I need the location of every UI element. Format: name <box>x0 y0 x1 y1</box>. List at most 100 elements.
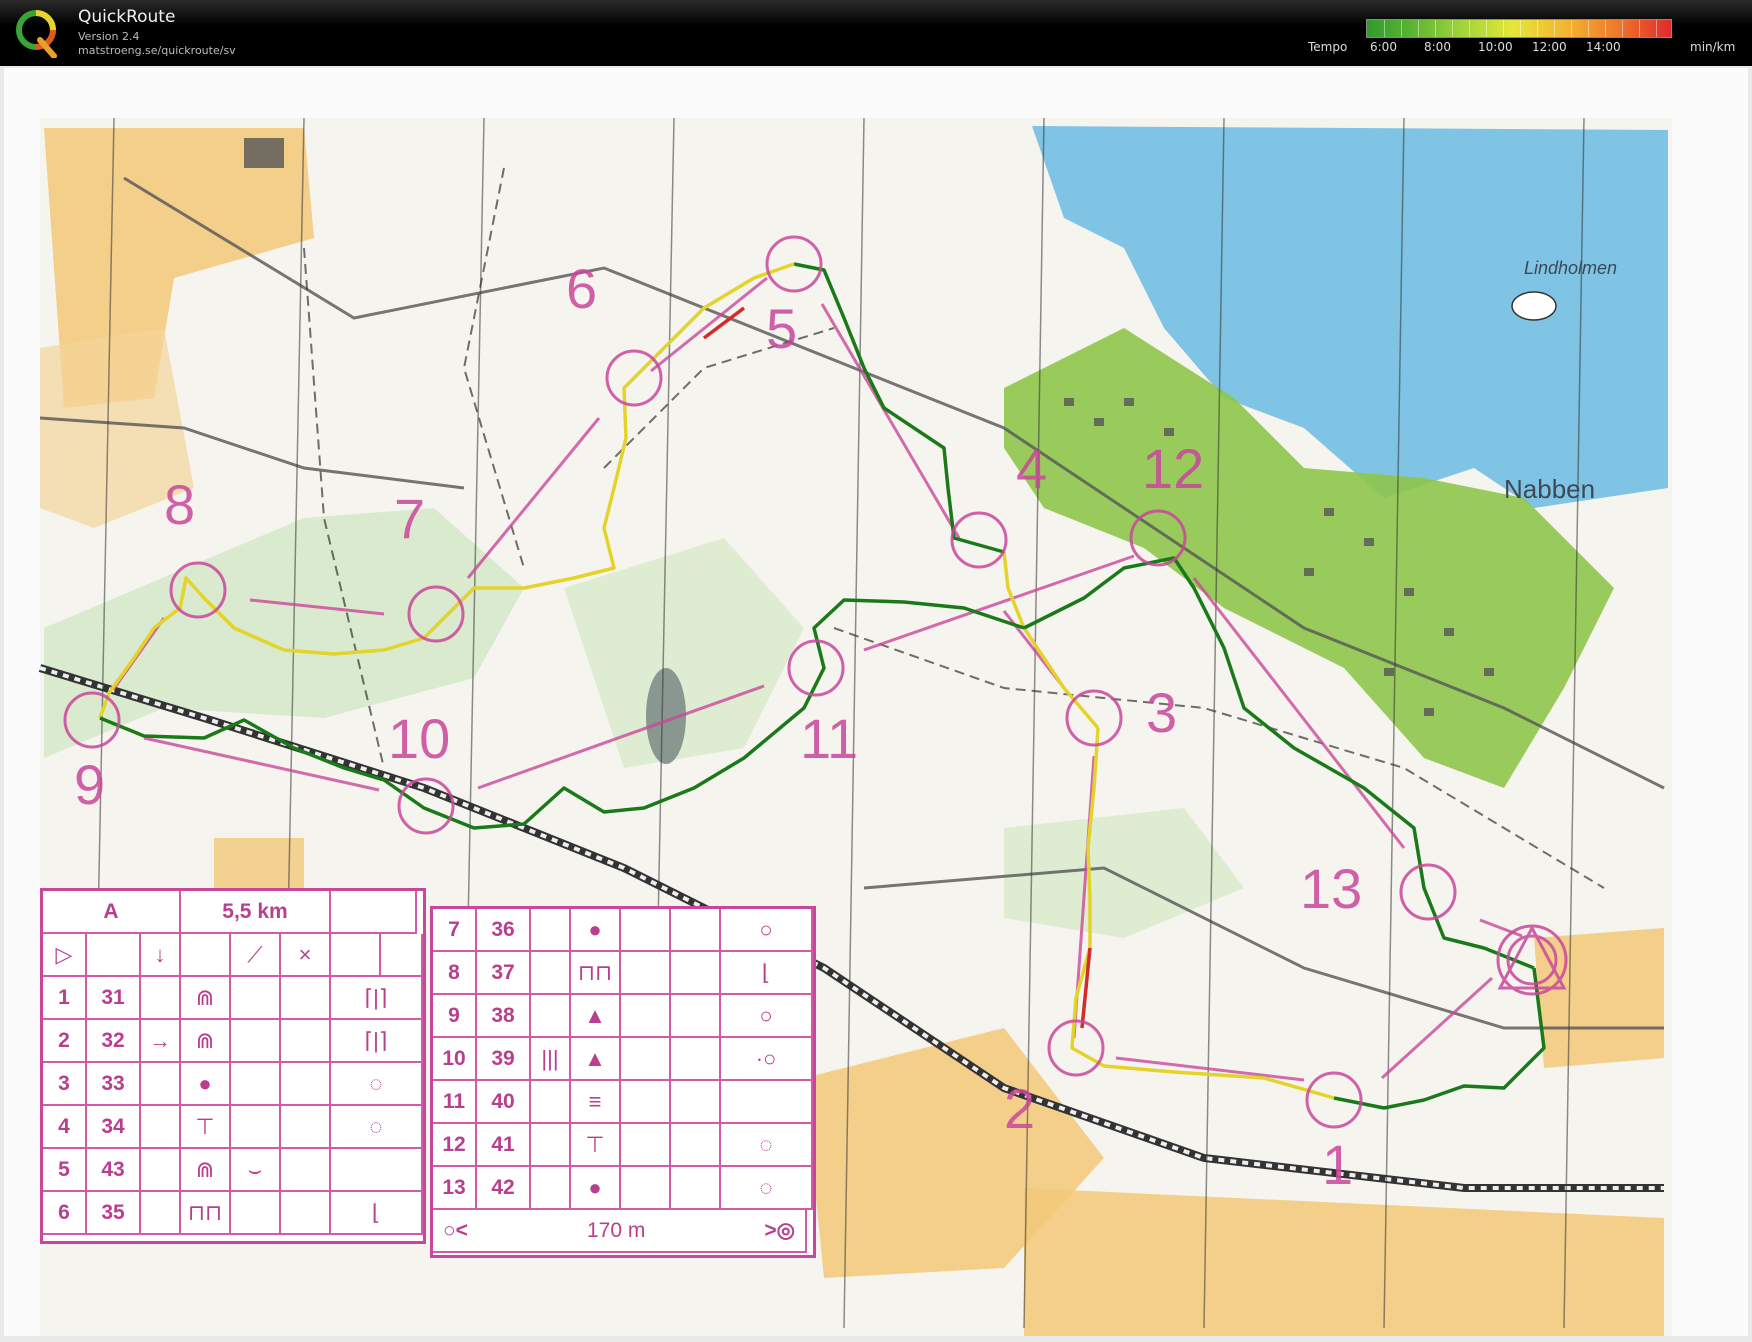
description-extra-cell <box>281 1063 331 1106</box>
control-number-9: 9 <box>74 753 105 816</box>
description-feature-cell: ▲ <box>571 1038 621 1081</box>
tempo-scale-tick <box>1503 20 1504 37</box>
tempo-scale-tick <box>1588 20 1589 37</box>
description-feature-cell: ● <box>181 1063 231 1106</box>
app-url[interactable]: matstroeng.se/quickroute/sv <box>78 44 236 57</box>
app-version: Version 2.4 <box>78 30 140 43</box>
control-number-2: 2 <box>1004 1077 1035 1140</box>
description-code-cell: 41 <box>477 1124 531 1167</box>
finish-symbol-icon: >◎ <box>764 1219 795 1242</box>
tempo-scale-tick <box>1418 20 1419 37</box>
description-detail-cell <box>621 1167 671 1210</box>
tempo-scale-tick <box>1605 20 1606 37</box>
description-feature-cell: ⋒ <box>181 1020 231 1063</box>
description-location-cell: ◌ <box>721 1167 813 1210</box>
tempo-scale-tick <box>1435 20 1436 37</box>
tempo-scale-tick <box>1656 20 1657 37</box>
description-feature-cell: ⊤ <box>181 1106 231 1149</box>
tempo-scale-tick <box>1520 20 1521 37</box>
start-symbol-cell: ▷ <box>43 934 87 977</box>
description-feature-cell: ⋒ <box>181 1149 231 1192</box>
start-symbol-cell <box>331 934 381 977</box>
description-location-cell: ⌈|⌉ <box>331 977 423 1020</box>
tempo-color-scale <box>1366 19 1672 38</box>
control-description-table-right: 7 36 ● ○ 8 37 ⊓⊓ ⌊ 9 38 ▲ ○ 10 39 ||| ▲ ·○ 11 40 ≡ 12 41 ⊤ ◌ 13 4… <box>430 906 816 1258</box>
description-num-cell: 7 <box>433 909 477 952</box>
description-feature-cell: ⊓⊓ <box>181 1192 231 1235</box>
start-symbol-cell: ↓ <box>141 934 181 977</box>
description-dir-cell <box>141 1192 181 1235</box>
description-code-cell: 40 <box>477 1081 531 1124</box>
description-location-cell: ⌊ <box>331 1192 423 1235</box>
finish-distance: 170 m <box>586 1218 646 1242</box>
start-symbol-cell <box>381 934 423 977</box>
description-location-cell: ⌊ <box>721 952 813 995</box>
description-dir-cell <box>141 1063 181 1106</box>
control-number-7: 7 <box>394 487 425 550</box>
title-bar: QuickRoute Version 2.4 matstroeng.se/qui… <box>0 0 1752 66</box>
description-dir-cell <box>531 952 571 995</box>
description-extra-cell <box>281 977 331 1020</box>
description-location-cell <box>721 1081 813 1124</box>
control-description-table-left: A 5,5 km ▷ ↓ ⟋ × 1 31 ⋒ ⌈|⌉ 2 32 → ⋒ ⌈|⌉ 3 33 ● ◌ 4 34 ⊤ ◌ 5 43 ⋒… <box>40 888 426 1244</box>
description-location-cell: ◌ <box>721 1124 813 1167</box>
tempo-scale-tick <box>1452 20 1453 37</box>
description-detail-cell: ⌣ <box>231 1149 281 1192</box>
tempo-tick-label: 8:00 <box>1424 40 1451 54</box>
control-number-10: 10 <box>388 707 450 770</box>
description-code-cell: 42 <box>477 1167 531 1210</box>
description-location-cell: ·○ <box>721 1038 813 1081</box>
description-num-cell: 3 <box>43 1063 87 1106</box>
description-detail-cell <box>621 1124 671 1167</box>
description-code-cell: 34 <box>87 1106 141 1149</box>
description-feature-cell: ⋒ <box>181 977 231 1020</box>
description-extra-cell <box>671 1167 721 1210</box>
control-number-4: 4 <box>1016 437 1047 500</box>
description-dir-cell: → <box>141 1020 181 1063</box>
description-num-cell: 13 <box>433 1167 477 1210</box>
description-detail-cell <box>621 995 671 1038</box>
description-num-cell: 6 <box>43 1192 87 1235</box>
description-code-cell: 37 <box>477 952 531 995</box>
description-num-cell: 10 <box>433 1038 477 1081</box>
description-extra-cell <box>281 1149 331 1192</box>
description-dir-cell <box>141 1149 181 1192</box>
island <box>1511 291 1557 321</box>
description-num-cell: 2 <box>43 1020 87 1063</box>
description-extra-cell <box>671 1081 721 1124</box>
description-extra-cell <box>671 1124 721 1167</box>
tempo-tick-label: 10:00 <box>1478 40 1513 54</box>
tempo-scale-tick <box>1384 20 1385 37</box>
description-num-cell: 12 <box>433 1124 477 1167</box>
place-name-lindholmen: Lindholmen <box>1524 258 1617 278</box>
description-feature-cell: ⊤ <box>571 1124 621 1167</box>
description-detail-cell <box>621 952 671 995</box>
tempo-scale-tick <box>1639 20 1640 37</box>
description-num-cell: 9 <box>433 995 477 1038</box>
description-code-cell: 36 <box>477 909 531 952</box>
description-dir-cell <box>141 1106 181 1149</box>
control-number-11: 11 <box>800 707 858 770</box>
header-blank <box>331 891 417 934</box>
description-feature-cell: ● <box>571 909 621 952</box>
description-num-cell: 5 <box>43 1149 87 1192</box>
description-extra-cell <box>281 1192 331 1235</box>
description-detail-cell <box>231 1063 281 1106</box>
description-code-cell: 33 <box>87 1063 141 1106</box>
description-code-cell: 39 <box>477 1038 531 1081</box>
control-number-5: 5 <box>766 297 797 360</box>
tempo-tick-label: 6:00 <box>1370 40 1397 54</box>
tempo-label: Tempo <box>1308 40 1348 54</box>
start-symbol-cell <box>181 934 231 977</box>
app-title: QuickRoute <box>78 7 176 27</box>
place-name-nabben: Nabben <box>1504 474 1595 504</box>
start-symbol-cell <box>87 934 141 977</box>
description-num-cell: 11 <box>433 1081 477 1124</box>
description-feature-cell: ≡ <box>571 1081 621 1124</box>
start-symbol-cell: ⟋ <box>231 934 281 977</box>
description-detail-cell <box>231 977 281 1020</box>
quickroute-q-logo-icon <box>16 10 57 58</box>
tempo-scale-tick <box>1486 20 1487 37</box>
description-feature-cell: ⊓⊓ <box>571 952 621 995</box>
description-detail-cell <box>231 1106 281 1149</box>
